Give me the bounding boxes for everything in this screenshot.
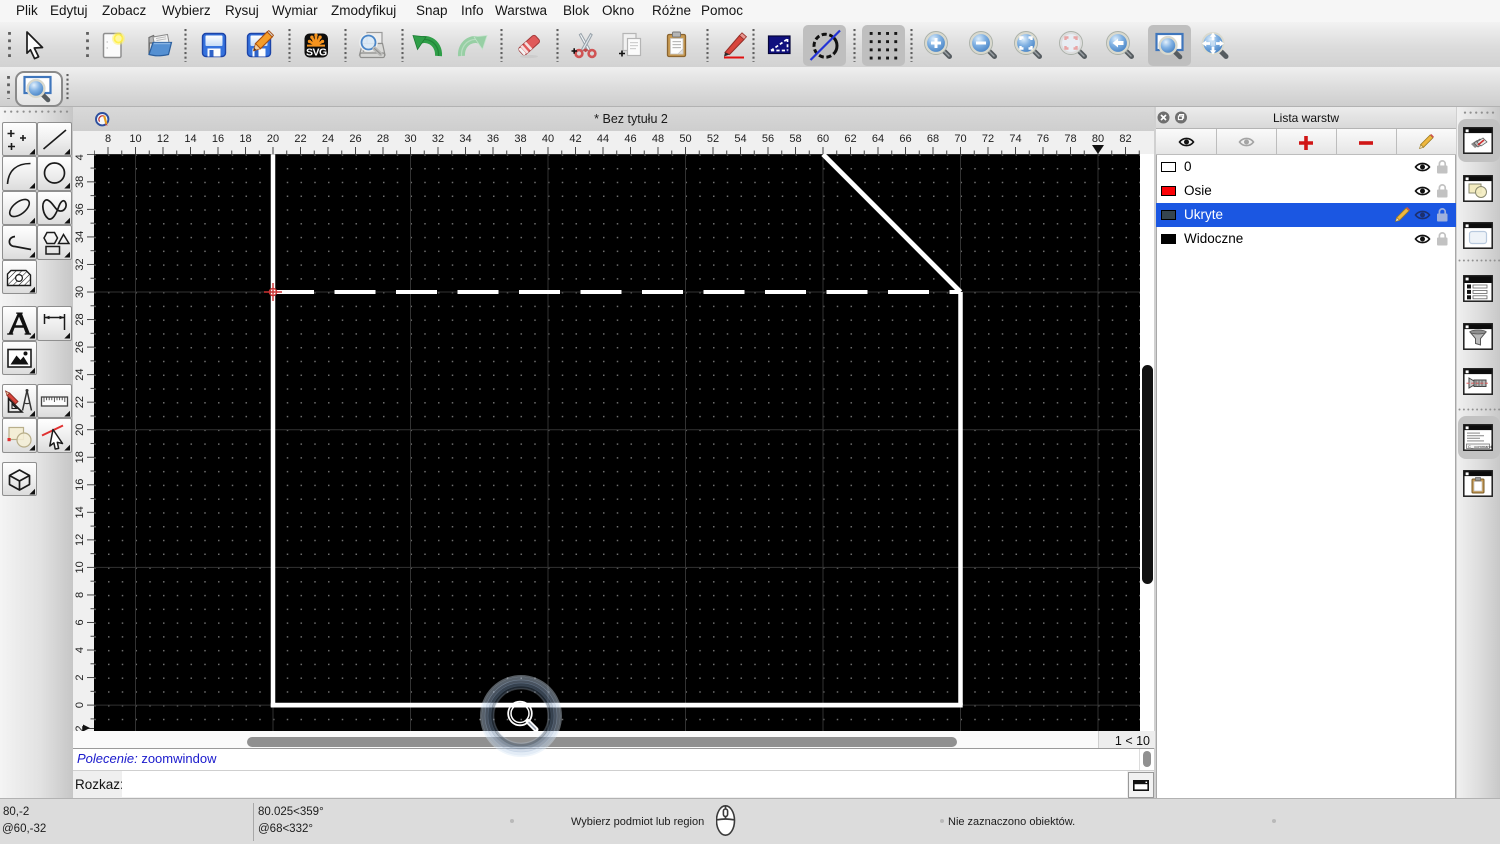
svg-text:16: 16 — [74, 479, 86, 491]
svg-text:4: 4 — [74, 647, 86, 653]
svg-text:58: 58 — [789, 133, 801, 145]
svg-text:62: 62 — [844, 133, 856, 145]
svg-text:32: 32 — [432, 133, 444, 145]
svg-text:30: 30 — [74, 286, 86, 298]
svg-text:64: 64 — [872, 133, 884, 145]
svg-text:60: 60 — [817, 133, 829, 145]
svg-text:36: 36 — [74, 203, 86, 215]
svg-text:46: 46 — [624, 133, 636, 145]
svg-text:20: 20 — [267, 133, 279, 145]
svg-text:82: 82 — [1119, 133, 1131, 145]
svg-text:2: 2 — [74, 674, 86, 680]
svg-text:50: 50 — [679, 133, 691, 145]
svg-text:8: 8 — [74, 592, 86, 598]
svg-text:66: 66 — [899, 133, 911, 145]
svg-text:78: 78 — [1064, 133, 1076, 145]
svg-text:12: 12 — [157, 133, 169, 145]
svg-text:22: 22 — [294, 133, 306, 145]
svg-text:52: 52 — [707, 133, 719, 145]
svg-text:40: 40 — [74, 154, 86, 160]
svg-text:44: 44 — [597, 133, 609, 145]
svg-text:40: 40 — [542, 133, 554, 145]
svg-text:22: 22 — [74, 396, 86, 408]
svg-text:54: 54 — [734, 133, 746, 145]
svg-text:26: 26 — [74, 341, 86, 353]
svg-text:20: 20 — [74, 424, 86, 436]
svg-text:38: 38 — [74, 176, 86, 188]
svg-text:48: 48 — [652, 133, 664, 145]
svg-text:12: 12 — [74, 534, 86, 546]
svg-text:68: 68 — [927, 133, 939, 145]
svg-text:32: 32 — [74, 258, 86, 270]
svg-text:SVG: SVG — [306, 47, 327, 59]
svg-text:74: 74 — [1009, 133, 1021, 145]
svg-text:42: 42 — [569, 133, 581, 145]
svg-text:28: 28 — [377, 133, 389, 145]
svg-text:10: 10 — [129, 133, 141, 145]
svg-text:6: 6 — [74, 619, 86, 625]
svg-text:8: 8 — [105, 133, 111, 145]
svg-text:76: 76 — [1037, 133, 1049, 145]
svg-text:80: 80 — [1092, 133, 1104, 145]
svg-text:0: 0 — [74, 702, 86, 708]
svg-text:24: 24 — [322, 133, 334, 145]
svg-text:34: 34 — [74, 231, 86, 243]
svg-text:56: 56 — [762, 133, 774, 145]
svg-text:70: 70 — [954, 133, 966, 145]
svg-text:36: 36 — [487, 133, 499, 145]
svg-text:30: 30 — [404, 133, 416, 145]
svg-text:72: 72 — [982, 133, 994, 145]
svg-text:18: 18 — [74, 451, 86, 463]
svg-text:10: 10 — [74, 561, 86, 573]
svg-text:14: 14 — [184, 133, 196, 145]
svg-text:26: 26 — [349, 133, 361, 145]
svg-text:34: 34 — [459, 133, 471, 145]
svg-text:38: 38 — [514, 133, 526, 145]
svg-text:14: 14 — [74, 506, 86, 518]
svg-text:18: 18 — [239, 133, 251, 145]
svg-text:24: 24 — [74, 368, 86, 380]
svg-text:C_ command: C_ command — [1468, 444, 1492, 449]
svg-text:16: 16 — [212, 133, 224, 145]
svg-text:28: 28 — [74, 313, 86, 325]
